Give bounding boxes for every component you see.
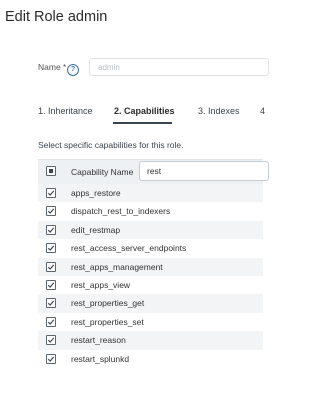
check-icon: [47, 319, 55, 325]
capability-name: restart_splunkd: [71, 353, 130, 364]
row-checkbox[interactable]: [46, 261, 56, 272]
check-icon: [47, 337, 55, 343]
check-icon: [47, 245, 55, 251]
check-icon: [47, 190, 55, 196]
tab-next[interactable]: 4: [260, 106, 265, 116]
table-row[interactable]: apps_restore: [38, 184, 263, 203]
active-tab-indicator: [113, 122, 172, 124]
check-icon: [47, 208, 55, 215]
partial-check-icon: [49, 169, 53, 173]
table-row[interactable]: rest_properties_set: [38, 313, 263, 331]
capabilities-hint: Select specific capabilities for this ro…: [38, 140, 184, 150]
row-checkbox[interactable]: [46, 243, 56, 254]
capabilities-table: Capability Name apps_restore dispatch_res…: [38, 159, 269, 368]
check-icon: [47, 264, 55, 270]
select-all-checkbox[interactable]: [46, 166, 56, 176]
capability-name: rest_apps_management: [71, 261, 163, 272]
row-checkbox[interactable]: [46, 335, 56, 346]
table-row[interactable]: rest_apps_management: [38, 257, 263, 276]
name-label: Name *: [38, 62, 67, 72]
capability-name: apps_restore: [71, 188, 121, 198]
row-checkbox[interactable]: [46, 298, 56, 309]
capability-name: rest_properties_set: [71, 316, 144, 327]
table-row[interactable]: restart_reason: [38, 331, 263, 350]
table-body: apps_restore dispatch_rest_to_indexersedi…: [38, 184, 263, 368]
row-checkbox[interactable]: [46, 353, 56, 364]
row-checkbox[interactable]: [46, 188, 56, 198]
check-icon: [47, 282, 55, 288]
table-row[interactable]: restart_splunkd: [38, 350, 263, 368]
capability-name-header: Capability Name: [71, 167, 134, 177]
name-input[interactable]: [89, 58, 269, 76]
capability-name: rest_access_server_endpoints: [71, 243, 187, 254]
table-row[interactable]: dispatch_rest_to_indexers: [38, 202, 263, 220]
row-checkbox[interactable]: [46, 224, 56, 235]
row-checkbox[interactable]: [46, 206, 56, 217]
tab-inheritance[interactable]: 1. Inheritance: [38, 106, 93, 116]
row-checkbox[interactable]: [46, 316, 56, 327]
tab-bar: 1. Inheritance 2. Capabilities 3. Indexe…: [0, 104, 265, 126]
table-row[interactable]: rest_access_server_endpoints: [38, 239, 263, 257]
tab-capabilities[interactable]: 2. Capabilities: [114, 106, 175, 116]
capability-name: edit_restmap: [71, 224, 121, 235]
capability-name: dispatch_rest_to_indexers: [71, 206, 171, 217]
capability-name: rest_apps_view: [71, 279, 131, 290]
capability-name: restart_reason: [71, 335, 126, 346]
name-field-row: Name * ?: [0, 58, 269, 80]
check-icon: [47, 227, 55, 233]
table-row[interactable]: rest_properties_get: [38, 294, 263, 313]
check-icon: [47, 300, 55, 307]
question-icon[interactable]: ?: [67, 64, 79, 76]
page-title: Edit Role admin: [5, 9, 108, 25]
table-row[interactable]: edit_restmap: [38, 220, 263, 240]
tab-indexes[interactable]: 3. Indexes: [198, 106, 240, 116]
check-icon: [47, 356, 55, 362]
table-header: Capability Name: [38, 159, 269, 184]
table-row[interactable]: rest_apps_view: [38, 276, 263, 294]
row-checkbox[interactable]: [46, 279, 56, 290]
capability-name: rest_properties_get: [71, 298, 145, 309]
capability-filter-input[interactable]: [139, 161, 269, 181]
